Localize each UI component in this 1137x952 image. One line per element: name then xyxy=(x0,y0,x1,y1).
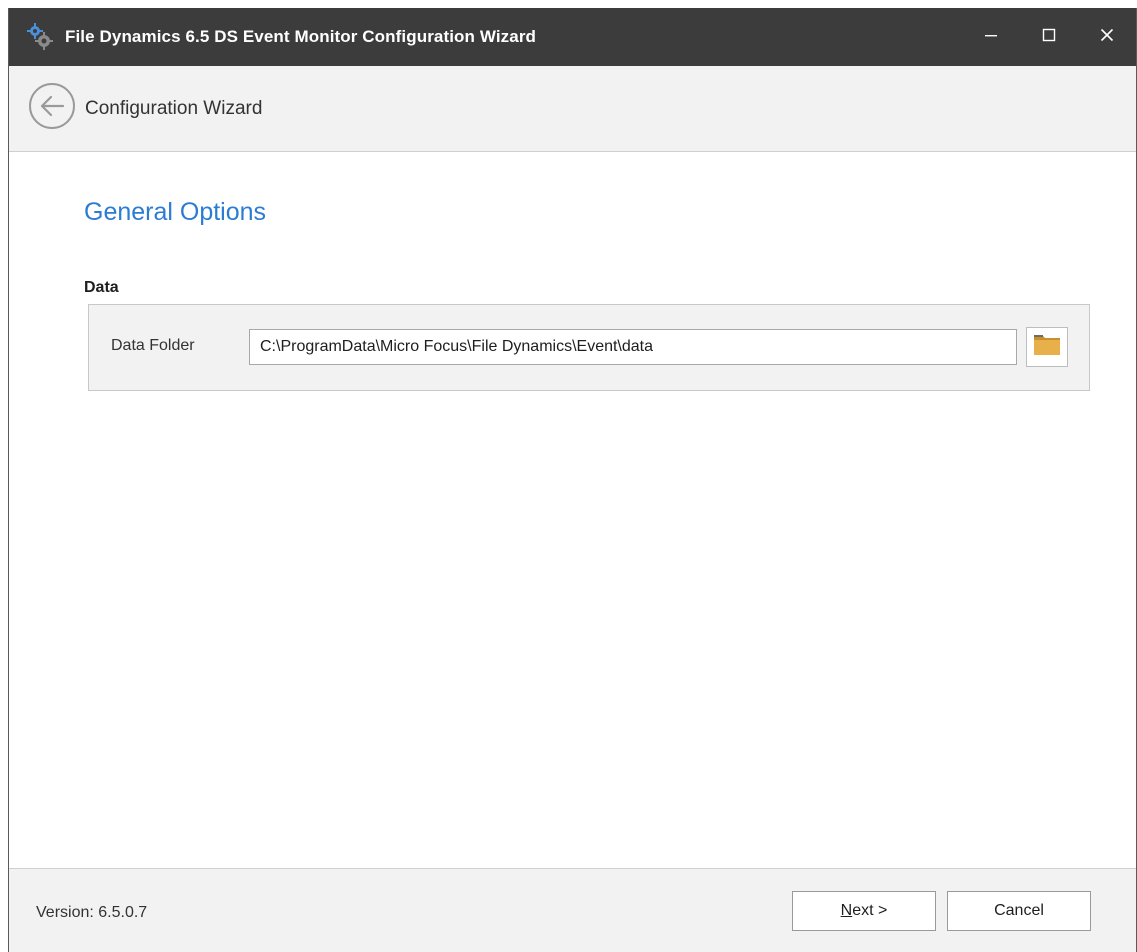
data-folder-label: Data Folder xyxy=(111,337,195,354)
window-title: File Dynamics 6.5 DS Event Monitor Confi… xyxy=(65,27,537,46)
maximize-icon xyxy=(1041,27,1057,48)
header-title: Configuration Wizard xyxy=(85,97,263,119)
section-label-data: Data xyxy=(84,279,119,296)
close-icon xyxy=(1099,27,1115,48)
folder-icon xyxy=(1032,332,1062,363)
title-bar[interactable]: File Dynamics 6.5 DS Event Monitor Confi… xyxy=(9,8,1136,66)
window-controls xyxy=(962,8,1136,66)
next-button[interactable]: Next > xyxy=(792,891,936,931)
wizard-footer: Version: 6.5.0.7 Next > Cancel xyxy=(9,868,1136,952)
data-groupbox: Data Folder xyxy=(88,304,1090,391)
next-mnemonic: N xyxy=(840,902,853,919)
maximize-button[interactable] xyxy=(1020,8,1078,66)
close-button[interactable] xyxy=(1078,8,1136,66)
gears-icon xyxy=(23,20,57,54)
cancel-button[interactable]: Cancel xyxy=(947,891,1091,931)
version-label: Version: 6.5.0.7 xyxy=(36,904,148,921)
wizard-window: File Dynamics 6.5 DS Event Monitor Confi… xyxy=(8,8,1137,952)
back-arrow-circle-icon xyxy=(28,82,76,135)
browse-folder-button[interactable] xyxy=(1026,327,1068,367)
data-folder-input[interactable] xyxy=(249,329,1017,365)
minimize-icon xyxy=(983,27,999,48)
back-button[interactable] xyxy=(27,82,77,135)
wizard-content: General Options Data Data Folder xyxy=(9,153,1136,868)
page-title: General Options xyxy=(84,198,267,226)
minimize-button[interactable] xyxy=(962,8,1020,66)
next-label: ext > xyxy=(852,902,888,919)
wizard-header: Configuration Wizard xyxy=(9,66,1136,152)
